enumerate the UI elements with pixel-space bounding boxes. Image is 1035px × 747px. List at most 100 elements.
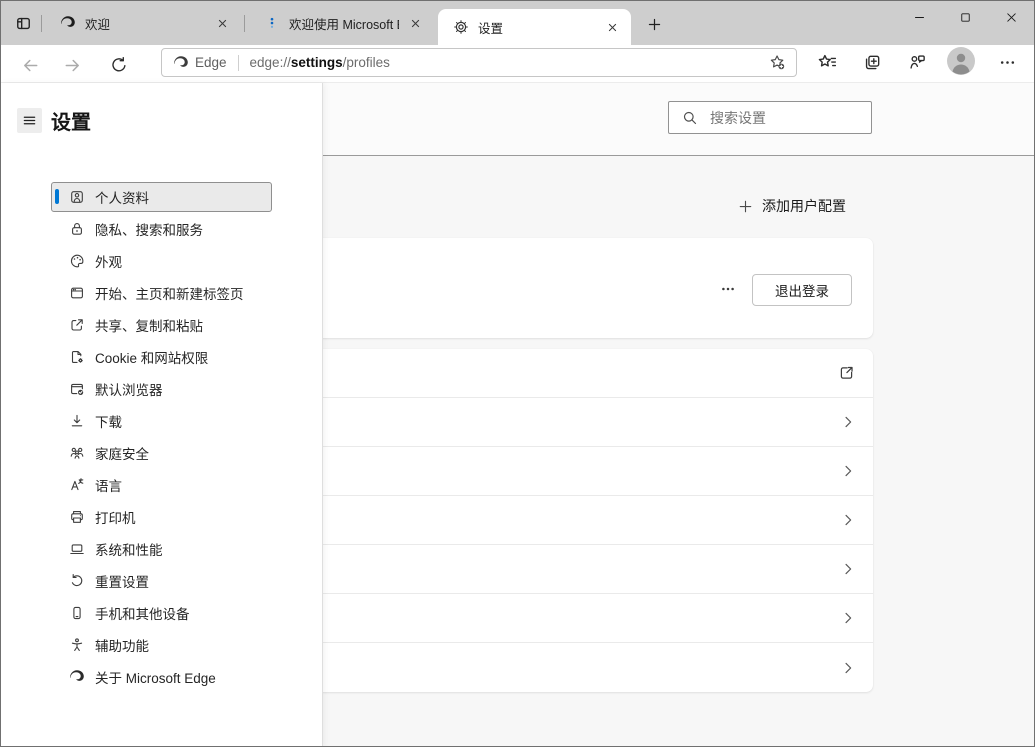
add-profile-label: 添加用户配置 xyxy=(762,198,846,214)
more-options-icon xyxy=(720,281,736,297)
tab-workspaces-button[interactable] xyxy=(11,11,35,35)
chevron-right-icon xyxy=(841,611,855,625)
sidebar-item-appearance[interactable]: 外观 xyxy=(51,246,272,276)
sidebar-item-languages[interactable]: 语言 xyxy=(51,470,272,500)
feedback-person-icon xyxy=(908,53,927,72)
maximize-button[interactable] xyxy=(942,1,988,34)
tab-close-button[interactable] xyxy=(604,19,621,36)
add-profile-button[interactable]: 添加用户配置 xyxy=(738,191,846,221)
profile-icon xyxy=(68,189,85,206)
sidebar-item-profiles[interactable]: 个人资料 xyxy=(51,182,272,212)
reset-settings-icon xyxy=(68,573,85,590)
tab-welcome[interactable]: 欢迎 xyxy=(45,1,241,45)
new-tab-button[interactable] xyxy=(642,12,666,36)
site-chip-label: Edge xyxy=(195,55,227,70)
chevron-right-icon xyxy=(841,661,855,675)
sidebar-item-accessibility[interactable]: 辅助功能 xyxy=(51,630,272,660)
settings-more-button[interactable] xyxy=(993,49,1021,75)
site-chip[interactable]: Edge xyxy=(173,55,227,71)
loading-dots-icon xyxy=(263,15,280,32)
settings-nav: 个人资料 隐私、搜索和服务 外观 开始、主页和新建标签页 共享、复制和粘贴 Co… xyxy=(51,182,272,694)
settings-search-input[interactable] xyxy=(710,109,863,126)
plus-icon xyxy=(738,199,753,214)
selected-indicator xyxy=(55,189,59,204)
search-icon xyxy=(682,110,698,126)
feedback-button[interactable] xyxy=(903,49,931,75)
url-scheme: edge:// xyxy=(249,55,291,70)
sidebar-item-family-safety[interactable]: 家庭安全 xyxy=(51,438,272,468)
settings-sidebar: 设置 个人资料 隐私、搜索和服务 外观 开始、主页和新建标签页 共享、复制和粘贴… xyxy=(1,83,323,746)
window-controls xyxy=(896,1,1034,34)
collections-icon xyxy=(863,53,882,72)
sidebar-item-phone-devices[interactable]: 手机和其他设备 xyxy=(51,598,272,628)
plus-icon xyxy=(647,17,662,32)
settings-search-box[interactable] xyxy=(668,101,872,134)
tab-welcome-edge[interactable]: 欢迎使用 Microsoft Edg xyxy=(249,1,434,45)
gear-icon xyxy=(452,19,469,36)
collections-button[interactable] xyxy=(858,49,886,75)
tab-title: 欢迎 xyxy=(85,17,111,32)
about-edge-icon xyxy=(68,669,85,686)
hamburger-icon xyxy=(22,113,37,128)
open-in-new-icon xyxy=(838,365,855,382)
tab-title: 欢迎使用 Microsoft Edg xyxy=(289,17,399,32)
sidebar-item-printers[interactable]: 打印机 xyxy=(51,502,272,532)
tab-bar: 欢迎 欢迎使用 Microsoft Edg 设置 xyxy=(1,1,1034,45)
sidebar-item-about-edge[interactable]: 关于 Microsoft Edge xyxy=(51,662,272,692)
tab-close-button[interactable] xyxy=(407,15,424,32)
menu-toggle-button[interactable] xyxy=(17,108,42,133)
avatar-icon xyxy=(947,47,975,75)
chevron-right-icon xyxy=(841,513,855,527)
printers-icon xyxy=(68,509,85,526)
sidebar-header: 设置 xyxy=(17,106,91,135)
profile-more-options-button[interactable] xyxy=(715,278,741,300)
edge-logo-icon xyxy=(59,15,76,32)
languages-icon xyxy=(68,477,85,494)
browser-window: 欢迎 欢迎使用 Microsoft Edg 设置 xyxy=(0,0,1035,747)
edge-logo-icon xyxy=(173,55,189,71)
close-window-button[interactable] xyxy=(988,1,1034,34)
url-text: edge://settings/profiles xyxy=(250,55,764,70)
favorites-button[interactable] xyxy=(813,49,841,75)
phone-devices-icon xyxy=(68,605,85,622)
share-icon xyxy=(68,317,85,334)
star-add-icon xyxy=(769,54,786,71)
default-browser-icon xyxy=(68,381,85,398)
minimize-button[interactable] xyxy=(896,1,942,34)
cookies-permissions-icon xyxy=(68,349,85,366)
sidebar-item-system-performance[interactable]: 系统和性能 xyxy=(51,534,272,564)
add-favorite-button[interactable] xyxy=(764,51,790,75)
sidebar-item-downloads[interactable]: 下载 xyxy=(51,406,272,436)
chevron-right-icon xyxy=(841,562,855,576)
family-safety-icon xyxy=(68,445,85,462)
workspaces-icon xyxy=(15,15,32,32)
sidebar-item-default-browser[interactable]: 默认浏览器 xyxy=(51,374,272,404)
settings-page: 添加用户配置 退出登录 xyxy=(1,83,1034,746)
refresh-button[interactable] xyxy=(105,52,133,78)
sign-out-button[interactable]: 退出登录 xyxy=(752,274,852,306)
sidebar-item-reset-settings[interactable]: 重置设置 xyxy=(51,566,272,596)
privacy-lock-icon xyxy=(68,221,85,238)
url-path: /profiles xyxy=(342,55,390,70)
accessibility-icon xyxy=(68,637,85,654)
tab-settings[interactable]: 设置 xyxy=(438,9,631,45)
favorites-star-icon xyxy=(818,53,837,72)
address-bar[interactable]: Edge edge://settings/profiles xyxy=(161,48,797,77)
tab-separator xyxy=(244,15,245,32)
sidebar-item-privacy[interactable]: 隐私、搜索和服务 xyxy=(51,214,272,244)
forward-button[interactable] xyxy=(58,52,86,78)
startup-icon xyxy=(68,285,85,302)
sidebar-item-start-home-newtab[interactable]: 开始、主页和新建标签页 xyxy=(51,278,272,308)
chevron-right-icon xyxy=(841,464,855,478)
tab-title: 设置 xyxy=(478,21,504,36)
system-performance-icon xyxy=(68,541,85,558)
chip-divider xyxy=(237,54,239,71)
sidebar-item-cookies-permissions[interactable]: Cookie 和网站权限 xyxy=(51,342,272,372)
appearance-icon xyxy=(68,253,85,270)
downloads-icon xyxy=(68,413,85,430)
back-button[interactable] xyxy=(16,52,44,78)
profile-avatar-button[interactable] xyxy=(947,47,975,75)
tab-close-button[interactable] xyxy=(214,15,231,32)
sidebar-item-share-copy-paste[interactable]: 共享、复制和粘贴 xyxy=(51,310,272,340)
page-title: 设置 xyxy=(51,112,91,134)
